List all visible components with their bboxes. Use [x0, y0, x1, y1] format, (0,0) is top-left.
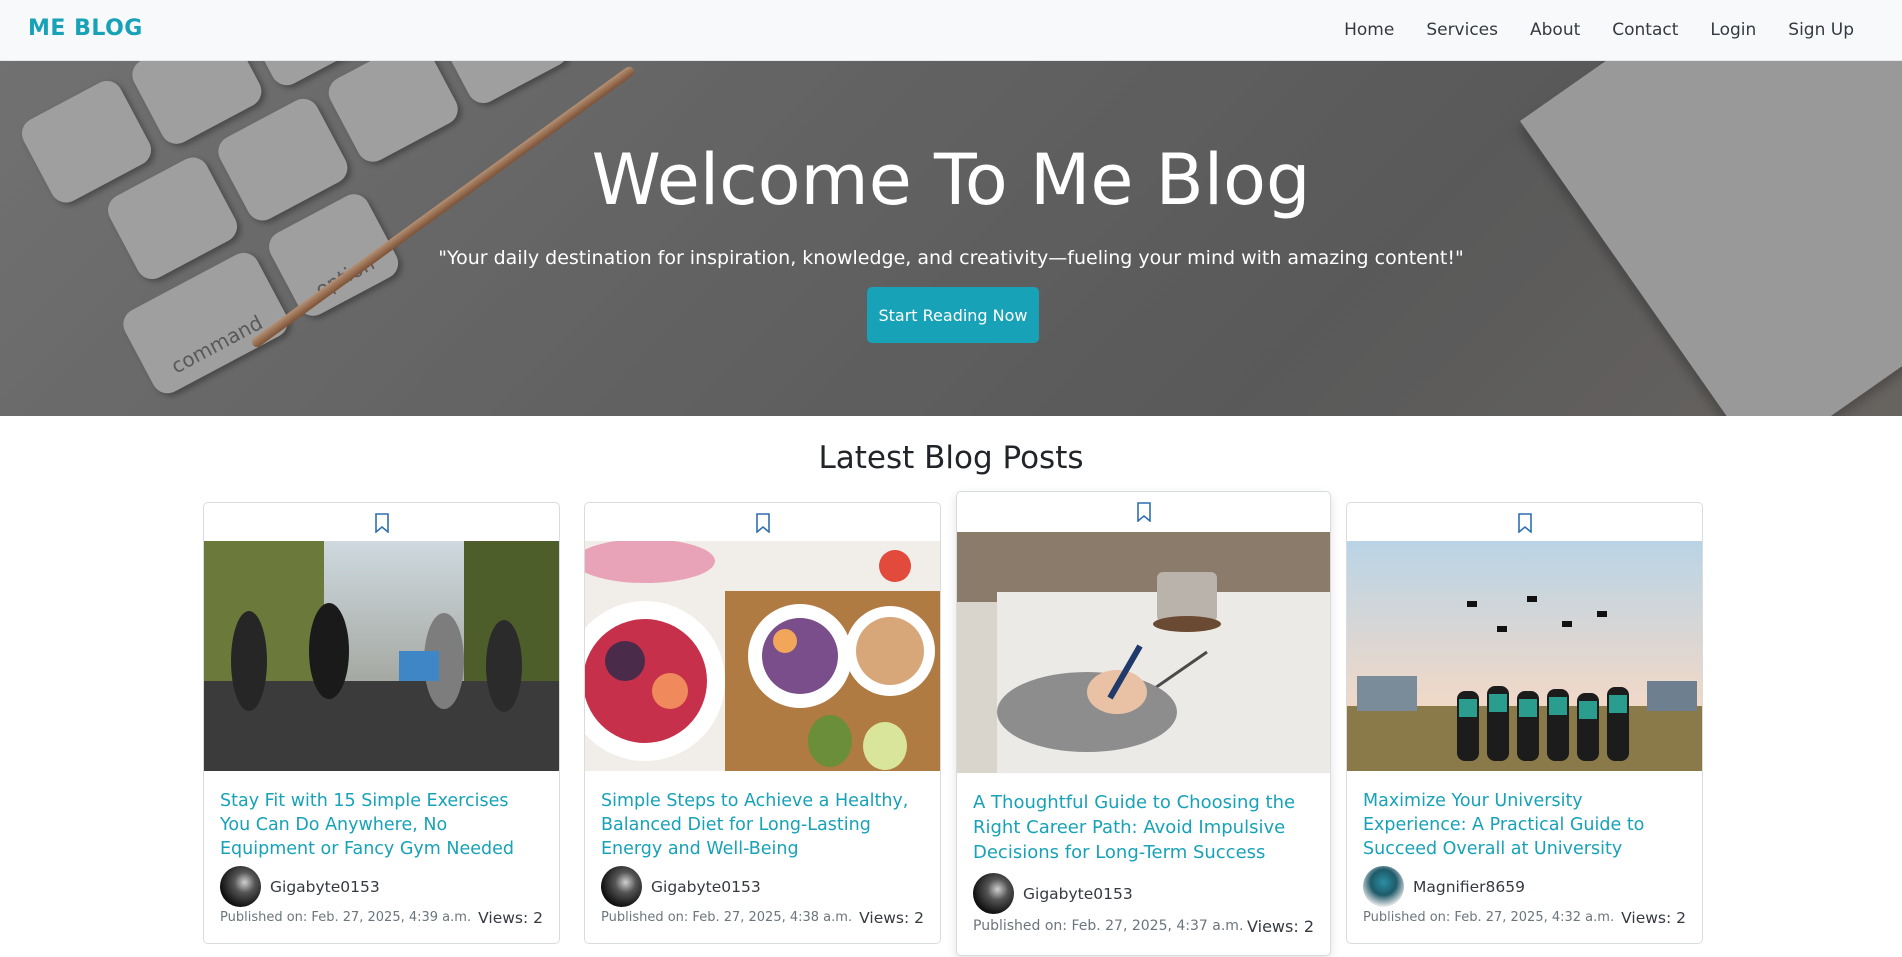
view-count: Views: 2 [859, 909, 924, 927]
published-date: Published on: Feb. 27, 2025, 4:32 a.m. [1363, 910, 1615, 925]
author-avatar [220, 866, 261, 907]
author-name[interactable]: Gigabyte0153 [651, 878, 761, 896]
post-card[interactable]: A Thoughtful Guide to Choosing the Right… [956, 491, 1331, 956]
view-count: Views: 2 [1247, 917, 1314, 936]
bookmark-icon[interactable] [374, 513, 389, 533]
post-image[interactable] [1347, 541, 1702, 771]
nav-signup-link[interactable]: Sign Up [1788, 20, 1854, 40]
bookmark-icon[interactable] [1517, 513, 1532, 533]
author-avatar [973, 873, 1014, 914]
post-card[interactable]: Stay Fit with 15 Simple Exercises You Ca… [203, 502, 560, 944]
post-image[interactable] [957, 532, 1330, 773]
author-avatar [1363, 866, 1404, 907]
hero-banner: command option Welcome To Me Blog "Your … [0, 61, 1902, 416]
start-reading-button[interactable]: Start Reading Now [867, 287, 1039, 343]
post-card[interactable]: Simple Steps to Achieve a Healthy, Balan… [584, 502, 941, 944]
post-title-link[interactable]: Simple Steps to Achieve a Healthy, Balan… [601, 789, 924, 861]
bookmark-icon[interactable] [1136, 502, 1151, 522]
view-count: Views: 2 [1621, 909, 1686, 927]
post-image[interactable] [204, 541, 559, 771]
post-title-link[interactable]: A Thoughtful Guide to Choosing the Right… [973, 790, 1314, 865]
nav-services-link[interactable]: Services [1426, 20, 1498, 40]
hero-overlay [0, 61, 1902, 416]
post-author: Gigabyte0153 [973, 873, 1133, 914]
post-author: Gigabyte0153 [601, 866, 761, 907]
nav-links: Home Services About Contact Login Sign U… [1344, 0, 1854, 60]
nav-contact-link[interactable]: Contact [1612, 20, 1678, 40]
bookmark-icon[interactable] [755, 513, 770, 533]
post-author: Gigabyte0153 [220, 866, 380, 907]
author-name[interactable]: Gigabyte0153 [270, 878, 380, 896]
nav-login-link[interactable]: Login [1710, 20, 1756, 40]
hero-title: Welcome To Me Blog [591, 139, 1311, 221]
section-title: Latest Blog Posts [818, 440, 1084, 476]
nav-about-link[interactable]: About [1530, 20, 1580, 40]
view-count: Views: 2 [478, 909, 543, 927]
brand-logo[interactable]: ME BLOG [28, 16, 143, 41]
published-date: Published on: Feb. 27, 2025, 4:39 a.m. [220, 910, 472, 925]
author-name[interactable]: Magnifier8659 [1413, 878, 1525, 896]
published-date: Published on: Feb. 27, 2025, 4:38 a.m. [601, 910, 853, 925]
post-title-link[interactable]: Maximize Your University Experience: A P… [1363, 789, 1686, 861]
post-title-link[interactable]: Stay Fit with 15 Simple Exercises You Ca… [220, 789, 543, 861]
hero-subtitle: "Your daily destination for inspiration,… [438, 247, 1464, 269]
post-author: Magnifier8659 [1363, 866, 1525, 907]
navbar: ME BLOG Home Services About Contact Logi… [0, 0, 1902, 61]
author-name[interactable]: Gigabyte0153 [1023, 885, 1133, 903]
post-image[interactable] [585, 541, 940, 771]
author-avatar [601, 866, 642, 907]
nav-home-link[interactable]: Home [1344, 20, 1394, 40]
published-date: Published on: Feb. 27, 2025, 4:37 a.m. [973, 918, 1244, 934]
post-card[interactable]: Maximize Your University Experience: A P… [1346, 502, 1703, 944]
